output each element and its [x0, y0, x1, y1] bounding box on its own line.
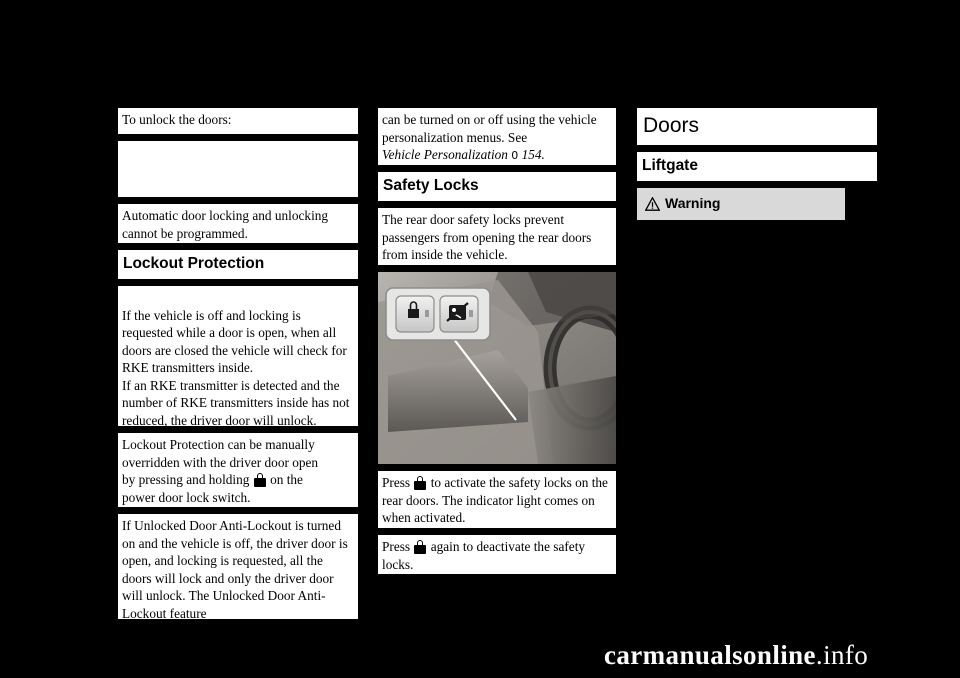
lockout-protection-body: If the vehicle is off and locking is req…: [118, 286, 358, 428]
press-deactivate-after: again to deactivate the safety locks.: [382, 539, 586, 572]
warning-triangle-icon: [644, 195, 661, 211]
lockout-protection-heading: Lockout Protection: [118, 250, 358, 279]
watermark-part2: .info: [815, 640, 869, 670]
watermark: carmanualsonline.info: [604, 640, 868, 671]
personalization-continued-text: can be turned on or off using the vehicl…: [382, 112, 597, 145]
personalization-reference: Vehicle Personalization 0 154.: [382, 146, 612, 165]
lock-icon: [253, 473, 266, 487]
lockout-override-line3: power door lock switch.: [122, 489, 251, 505]
safety-lock-figure-svg: [378, 272, 616, 464]
safety-locks-intro-text: The rear door safety locks prevent passe…: [382, 212, 592, 262]
lockout-override-body: Lockout Protection can be manually overr…: [118, 433, 358, 507]
safety-locks-heading: Safety Locks: [378, 172, 616, 201]
child-lock-inline-icon: [414, 476, 427, 490]
reference-arrow-icon: 0: [511, 149, 519, 162]
lockout-override-line2: by pressing and holding on the: [122, 471, 354, 489]
lockout-override-mid-after: on the: [270, 472, 303, 487]
child-lock-button: [439, 295, 479, 333]
blank-list-area: [118, 141, 358, 197]
automatic-locking-note-text: Automatic door locking and unlocking can…: [122, 208, 329, 241]
door-lock-button: [395, 295, 435, 333]
lockout-protection-body-text: If the vehicle is off and locking is req…: [122, 307, 350, 428]
personalization-continued: can be turned on or off using the vehicl…: [378, 108, 616, 165]
liftgate-subsection-title: Liftgate: [637, 152, 877, 181]
column-middle: can be turned on or off using the vehicl…: [378, 108, 616, 581]
watermark-part1: carmanualsonline: [604, 640, 816, 670]
warning-triangle-svg: [644, 195, 661, 211]
reference-page: 154.: [521, 147, 545, 162]
press-deactivate-before: Press: [382, 539, 411, 554]
press-activate-before: Press: [382, 475, 411, 490]
lockout-override-line1: Lockout Protection can be manually overr…: [122, 437, 319, 470]
automatic-locking-note: Automatic door locking and unlocking can…: [118, 204, 358, 243]
unlock-doors-intro-text: To unlock the doors:: [122, 112, 232, 127]
safety-locks-intro: The rear door safety locks prevent passe…: [378, 208, 616, 265]
manual-page: To unlock the doors: Automatic door lock…: [0, 0, 960, 678]
reference-title: Vehicle Personalization: [382, 147, 508, 162]
child-lock-inline-icon-2: [414, 540, 427, 554]
warning-box: Warning: [637, 188, 845, 220]
unlock-doors-intro: To unlock the doors:: [118, 108, 358, 134]
unlocked-door-anti-lockout-text: If Unlocked Door Anti-Lockout is turned …: [122, 518, 348, 621]
warning-label: Warning: [665, 195, 721, 211]
press-deactivate-block: Press again to deactivate the safety loc…: [378, 535, 616, 574]
column-left: To unlock the doors: Automatic door lock…: [118, 108, 358, 626]
lockout-override-mid-before: by pressing and holding: [122, 472, 250, 487]
safety-lock-switch-photo: [378, 272, 616, 464]
column-right: Doors Liftgate Warning: [637, 108, 877, 227]
unlocked-door-anti-lockout-body: If Unlocked Door Anti-Lockout is turned …: [118, 514, 358, 621]
doors-section-title: Doors: [637, 108, 877, 145]
press-activate-block: Press to activate the safety locks on th…: [378, 471, 616, 528]
press-deactivate-text: Press again to deactivate the safety loc…: [382, 538, 612, 573]
press-activate-text: Press to activate the safety locks on th…: [382, 474, 612, 527]
